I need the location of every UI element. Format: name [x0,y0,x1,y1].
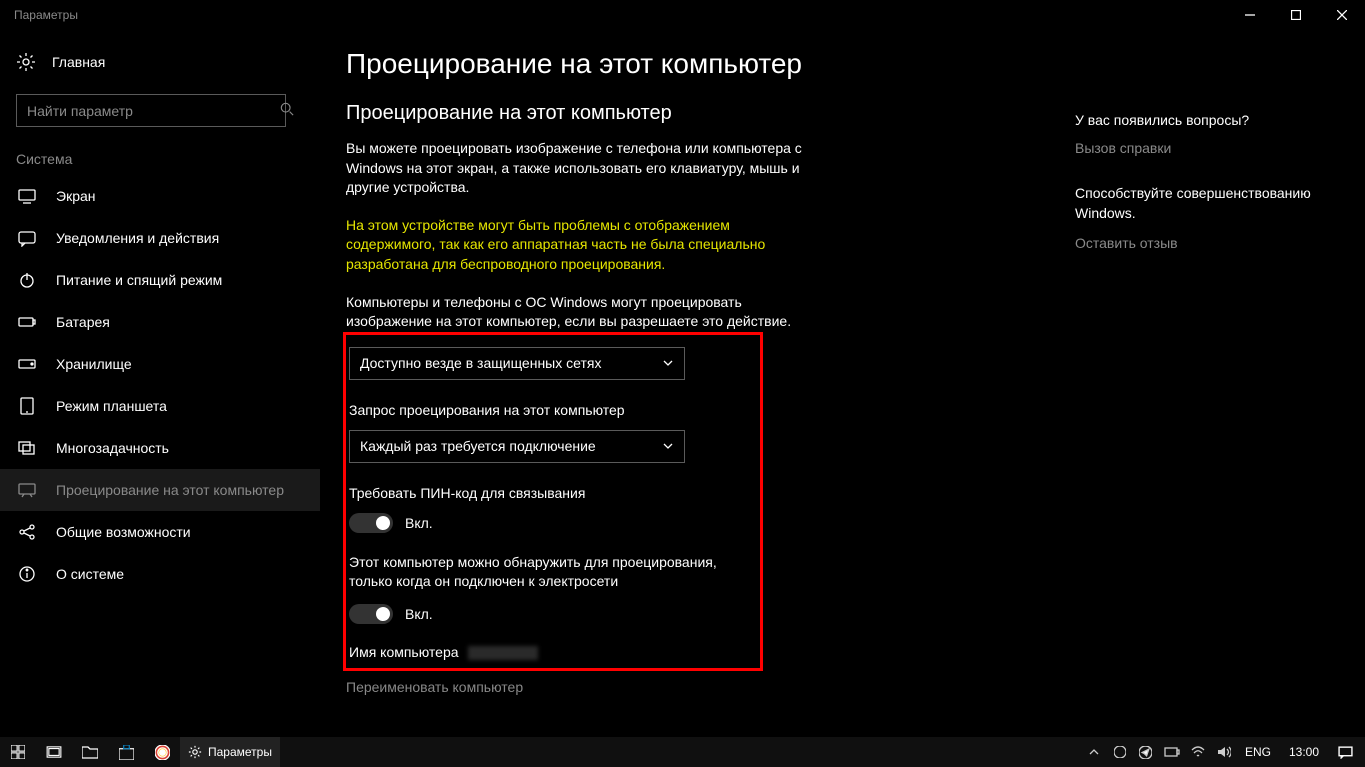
sidebar-item-power[interactable]: Питание и спящий режим [0,259,320,301]
sidebar-item-storage[interactable]: Хранилище [0,343,320,385]
settings-taskbar-button[interactable]: Параметры [180,737,280,767]
dropdown-value: Доступно везде в защищенных сетях [360,355,601,371]
task-view-button[interactable] [36,737,72,767]
power-icon [18,271,36,289]
titlebar: Параметры [0,0,1365,30]
tablet-icon [18,397,36,415]
sidebar-item-label: Многозадачность [56,440,169,456]
help-link[interactable]: Вызов справки [1075,140,1345,156]
system-tray: ENG 13:00 [1083,737,1359,767]
questions-heading: У вас появились вопросы? [1075,112,1345,128]
sidebar-item-shared[interactable]: Общие возможности [0,511,320,553]
sidebar-item-multitask[interactable]: Многозадачность [0,427,320,469]
pin-toggle[interactable] [349,513,393,533]
rename-pc-link[interactable]: Переименовать компьютер [346,679,1035,695]
tray-telegram-icon[interactable] [1135,737,1157,767]
storage-icon [18,355,36,373]
sidebar-item-label: Общие возможности [56,524,191,540]
language-indicator[interactable]: ENG [1239,745,1277,759]
availability-dropdown[interactable]: Доступно везде в защищенных сетях [349,347,685,380]
project-icon [18,481,36,499]
improve-heading: Способствуйте совершенствованию Windows. [1075,184,1345,223]
page-title: Проецирование на этот компьютер [346,48,1035,80]
sidebar-item-notifications[interactable]: Уведомления и действия [0,217,320,259]
sidebar-item-label: Режим планшета [56,398,167,414]
taskbar-app-label: Параметры [208,745,272,759]
toggle-state-label: Вкл. [405,606,433,622]
sidebar-item-label: Хранилище [56,356,132,372]
pc-name-value-redacted [468,646,538,660]
search-wrap [16,94,304,127]
content: Проецирование на этот компьютер Проециро… [320,30,1075,737]
action-center-button[interactable] [1331,737,1359,767]
feedback-link[interactable]: Оставить отзыв [1075,235,1345,251]
section-heading: Система [0,151,320,175]
sidebar-item-label: Питание и спящий режим [56,272,222,288]
clock[interactable]: 13:00 [1281,745,1327,759]
pc-name-label: Имя компьютера [349,644,459,660]
discover-toggle[interactable] [349,604,393,624]
tray-volume-icon[interactable] [1213,737,1235,767]
tray-expand-button[interactable] [1083,737,1105,767]
sidebar-item-tablet[interactable]: Режим планшета [0,385,320,427]
chevron-down-icon [662,357,674,369]
gear-icon [16,52,36,72]
discover-label: Этот компьютер можно обнаружить для прое… [349,553,748,592]
settings-highlight-box: Доступно везде в защищенных сетях Запрос… [343,332,763,671]
maximize-button[interactable] [1273,0,1319,30]
search-icon [280,102,294,121]
pc-name-row: Имя компьютера [349,644,748,660]
about-icon [18,565,36,583]
window-title: Параметры [14,8,78,22]
sidebar-item-battery[interactable]: Батарея [0,301,320,343]
pin-label: Требовать ПИН-код для связывания [349,485,748,501]
tray-icon[interactable] [1109,737,1131,767]
sidebar-item-label: Проецирование на этот компьютер [56,482,284,498]
dropdown-value: Каждый раз требуется подключение [360,438,596,454]
chrome-button[interactable] [144,737,180,767]
search-input[interactable] [16,94,286,127]
minimize-button[interactable] [1227,0,1273,30]
sidebar-item-label: О системе [56,566,124,582]
shared-icon [18,523,36,541]
file-explorer-button[interactable] [72,737,108,767]
tray-battery-icon[interactable] [1161,737,1183,767]
start-button[interactable] [0,737,36,767]
sidebar-item-label: Уведомления и действия [56,230,219,246]
allow-label: Компьютеры и телефоны с ОС Windows могут… [346,293,806,332]
chevron-down-icon [662,440,674,452]
sidebar-item-label: Экран [56,188,96,204]
sidebar-item-about[interactable]: О системе [0,553,320,595]
description: Вы можете проецировать изображение с тел… [346,139,806,198]
sidebar-item-label: Батарея [56,314,110,330]
home-label: Главная [52,54,105,70]
section-title: Проецирование на этот компьютер [346,102,1035,125]
ask-label: Запрос проецирования на этот компьютер [349,402,748,418]
tray-wifi-icon[interactable] [1187,737,1209,767]
right-panel: У вас появились вопросы? Вызов справки С… [1075,30,1365,737]
sidebar: Главная Система Экран Уведомления и дейс… [0,30,320,737]
ask-dropdown[interactable]: Каждый раз требуется подключение [349,430,685,463]
close-button[interactable] [1319,0,1365,30]
notifications-icon [18,229,36,247]
home-button[interactable]: Главная [0,42,320,82]
warning-text: На этом устройстве могут быть проблемы с… [346,216,806,275]
battery-icon [18,313,36,331]
sidebar-item-projecting[interactable]: Проецирование на этот компьютер [0,469,320,511]
taskbar: Параметры ENG 13:00 [0,737,1365,767]
display-icon [18,187,36,205]
sidebar-item-display[interactable]: Экран [0,175,320,217]
store-button[interactable] [108,737,144,767]
toggle-state-label: Вкл. [405,515,433,531]
multitask-icon [18,439,36,457]
